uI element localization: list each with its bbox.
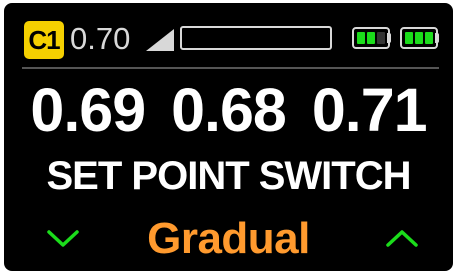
reading-2: 0.68 xyxy=(171,76,287,144)
status-value: 0.70 xyxy=(70,21,131,56)
chevron-up-icon[interactable] xyxy=(385,227,419,249)
battery-icon xyxy=(400,27,438,49)
channel-badge: C1 xyxy=(24,21,64,59)
battery-tip xyxy=(387,33,391,43)
battery-cell xyxy=(377,32,385,44)
level-bar xyxy=(180,26,332,50)
battery-icon xyxy=(352,27,390,49)
signal-strength-icon xyxy=(146,29,174,51)
battery-cell xyxy=(415,32,423,44)
battery-cell xyxy=(425,32,433,44)
divider xyxy=(22,67,439,69)
reading-3: 0.71 xyxy=(311,76,428,144)
battery-tip xyxy=(435,33,439,43)
battery-cell xyxy=(357,32,365,44)
menu-title: SET POINT SWITCH xyxy=(46,154,412,198)
selector-row: Gradual xyxy=(4,211,453,267)
battery-cell xyxy=(367,32,375,44)
device-screen: C1 0.70 0.69 0.68 0.71 SET POINT SWITCH … xyxy=(4,3,453,271)
readings: 0.69 0.68 0.71 xyxy=(4,75,453,145)
battery-cell xyxy=(405,32,413,44)
reading-1: 0.69 xyxy=(30,76,146,144)
